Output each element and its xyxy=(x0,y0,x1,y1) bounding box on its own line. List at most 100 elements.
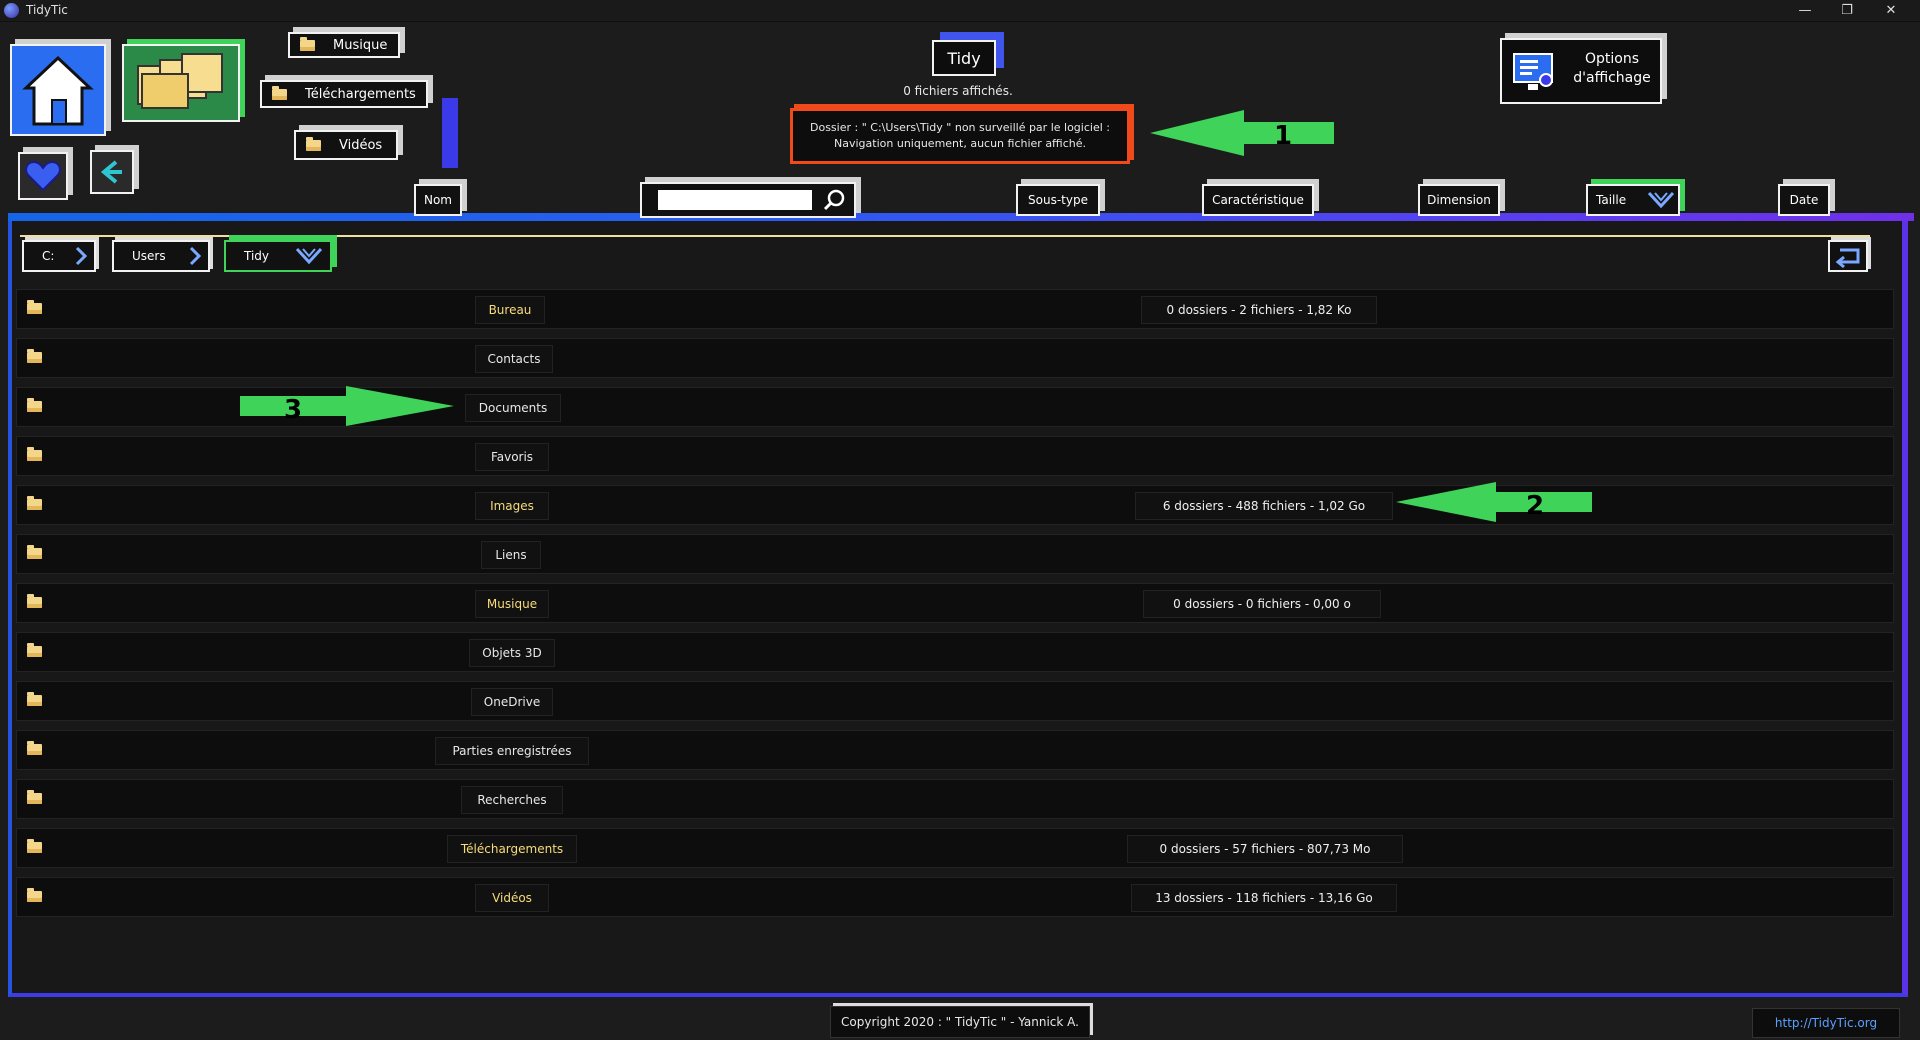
row-name: Liens xyxy=(481,541,541,569)
row-name: Téléchargements xyxy=(447,835,577,863)
table-row[interactable]: Musique 0 dossiers - 0 fichiers - 0,00 o xyxy=(16,583,1894,623)
folder-icon xyxy=(27,594,42,608)
row-name: OneDrive xyxy=(471,688,553,716)
row-info: 0 dossiers - 2 fichiers - 1,82 Ko xyxy=(1141,296,1377,324)
table-row[interactable]: Bureau 0 dossiers - 2 fichiers - 1,82 Ko xyxy=(16,289,1894,329)
row-info: 13 dossiers - 118 fichiers - 13,16 Go xyxy=(1131,884,1397,912)
breadcrumb-item-users[interactable]: Users xyxy=(112,240,210,272)
warning-line-1: Dossier : " C:\Users\Tidy " non surveill… xyxy=(810,121,1110,134)
folder-icon xyxy=(272,85,287,100)
column-header-dimension[interactable]: Dimension xyxy=(1418,184,1500,216)
chevron-down-icon xyxy=(1647,191,1675,209)
table-row[interactable]: Parties enregistrées xyxy=(16,730,1894,770)
table-row[interactable]: Images 6 dossiers - 488 fichiers - 1,02 … xyxy=(16,485,1894,525)
tidy-button[interactable]: Tidy xyxy=(932,40,996,76)
breadcrumb-item-c[interactable]: C: xyxy=(22,240,96,272)
folder-icon xyxy=(27,447,42,461)
annotation-number-1: 1 xyxy=(1274,121,1292,151)
back-button[interactable] xyxy=(90,150,134,194)
scroll-indicator[interactable] xyxy=(442,98,458,168)
row-info: 6 dossiers - 488 fichiers - 1,02 Go xyxy=(1135,492,1393,520)
tidy-label: Tidy xyxy=(947,48,981,68)
column-header-nom[interactable]: Nom xyxy=(414,184,462,216)
folder-icon xyxy=(27,839,42,853)
folder-icon xyxy=(27,398,42,412)
column-header-label: Dimension xyxy=(1427,193,1491,207)
title-bar: TidyTic — ❐ ✕ xyxy=(0,0,1920,22)
column-header-label: Taille xyxy=(1596,193,1627,207)
quick-access-telechargements[interactable]: Téléchargements xyxy=(260,80,428,108)
annotation-number-2: 2 xyxy=(1526,491,1544,521)
annotation-arrow-2: 2 xyxy=(1396,482,1592,522)
quick-access-label: Téléchargements xyxy=(305,86,416,102)
folders-icon xyxy=(124,46,238,120)
display-options-label: Options d'affichage xyxy=(1564,50,1660,88)
quick-access-label: Musique xyxy=(333,37,388,53)
folder-icon xyxy=(27,496,42,510)
search-icon[interactable] xyxy=(822,188,846,212)
search-box[interactable] xyxy=(640,182,856,218)
row-name: Vidéos xyxy=(475,884,549,912)
search-input[interactable] xyxy=(658,190,812,210)
column-header-sous-type[interactable]: Sous-type xyxy=(1016,184,1100,216)
breadcrumb-label: Users xyxy=(132,249,166,263)
table-row[interactable]: Objets 3D xyxy=(16,632,1894,672)
quick-access-musique[interactable]: Musique xyxy=(288,32,400,58)
files-shown-count: 0 fichiers affichés. xyxy=(903,84,1013,98)
column-header-taille[interactable]: Taille xyxy=(1586,184,1680,216)
chevron-right-icon xyxy=(75,246,88,266)
folder-icon xyxy=(27,545,42,559)
website-link[interactable]: http://TidyTic.org xyxy=(1752,1008,1900,1038)
row-name: Recherches xyxy=(461,786,563,814)
folder-icon xyxy=(27,741,42,755)
app-logo-icon xyxy=(4,3,19,18)
column-header-label: Caractéristique xyxy=(1212,193,1304,207)
row-name: Objets 3D xyxy=(469,639,555,667)
breadcrumb-item-tidy[interactable]: Tidy xyxy=(224,240,332,272)
row-name: Parties enregistrées xyxy=(435,737,589,765)
folders-view-button[interactable] xyxy=(122,44,240,122)
table-row[interactable]: Favoris xyxy=(16,436,1894,476)
arrow-left-icon xyxy=(100,160,122,184)
folder-icon xyxy=(27,349,42,363)
table-row[interactable]: Téléchargements 0 dossiers - 57 fichiers… xyxy=(16,828,1894,868)
warning-message: Dossier : " C:\Users\Tidy " non surveill… xyxy=(790,108,1130,164)
copyright-notice: Copyright 2020 : " TidyTic " - Yannick A… xyxy=(830,1006,1090,1038)
folder-icon xyxy=(300,36,315,51)
row-name: Bureau xyxy=(475,296,545,324)
table-row[interactable]: Liens xyxy=(16,534,1894,574)
table-row[interactable]: Recherches xyxy=(16,779,1894,819)
favorites-button[interactable] xyxy=(18,152,68,200)
undo-arrow-icon xyxy=(1835,248,1860,269)
breadcrumb-label: C: xyxy=(42,249,55,263)
refresh-button[interactable] xyxy=(1828,240,1868,272)
monitor-settings-icon xyxy=(1513,53,1553,90)
annotation-number-3: 3 xyxy=(284,395,302,425)
restore-button[interactable]: ❐ xyxy=(1824,0,1870,22)
display-options-button[interactable]: Options d'affichage xyxy=(1500,38,1662,104)
home-button[interactable] xyxy=(10,44,106,136)
annotation-arrow-1: 1 xyxy=(1150,110,1334,156)
minimize-button[interactable]: — xyxy=(1782,0,1828,22)
folder-icon xyxy=(27,643,42,657)
window-title: TidyTic xyxy=(26,3,68,17)
column-header-caracteristique[interactable]: Caractéristique xyxy=(1202,184,1314,216)
column-header-label: Nom xyxy=(423,193,452,207)
chevron-down-icon xyxy=(295,247,323,265)
table-row[interactable]: Contacts xyxy=(16,338,1894,378)
column-header-date[interactable]: Date xyxy=(1778,184,1830,216)
display-options-line-2: d'affichage xyxy=(1573,70,1651,86)
close-button[interactable]: ✕ xyxy=(1868,0,1914,22)
display-options-line-1: Options xyxy=(1584,51,1640,67)
warning-line-2: Navigation uniquement, aucun fichier aff… xyxy=(834,137,1086,150)
folder-icon xyxy=(27,790,42,804)
row-name: Contacts xyxy=(475,345,553,373)
row-info: 0 dossiers - 0 fichiers - 0,00 o xyxy=(1143,590,1381,618)
chevron-right-icon xyxy=(189,246,202,266)
table-row[interactable]: OneDrive xyxy=(16,681,1894,721)
row-name: Favoris xyxy=(475,443,549,471)
quick-access-videos[interactable]: Vidéos xyxy=(294,130,398,160)
folder-icon xyxy=(306,136,321,151)
table-row[interactable]: Vidéos 13 dossiers - 118 fichiers - 13,1… xyxy=(16,877,1894,917)
folder-icon xyxy=(27,888,42,902)
